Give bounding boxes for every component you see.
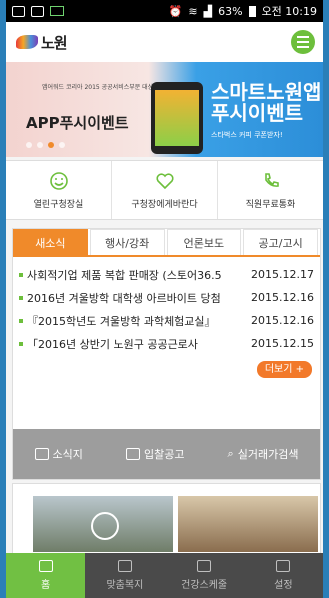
nowon-logo[interactable]: 노원 (16, 32, 68, 53)
link-bids[interactable]: 입찰공고 (125, 446, 185, 462)
news-title: 『2015학년도 겨울방학 과학체험교실』 (27, 314, 216, 328)
tab-events[interactable]: 행사/강좌 (89, 229, 165, 255)
tab-notices[interactable]: 공고/고시 (243, 229, 318, 255)
news-item[interactable]: 2016년 겨울방학 대학생 아르바이트 당첨 2015.12.16 (13, 286, 320, 309)
tab-news[interactable]: 새소식 (13, 229, 88, 255)
news-date: 2015.12.15 (251, 337, 314, 350)
bid-icon (125, 448, 140, 460)
bullet-icon (19, 318, 23, 323)
news-title: 2016년 겨울방학 대학생 아르바이트 당첨 (27, 291, 221, 305)
quick-open-office[interactable]: 열린구청장실 (6, 161, 112, 219)
logo-text: 노원 (41, 33, 68, 52)
media-section (12, 483, 321, 555)
battery-percent: 63% (218, 4, 243, 18)
battery-icon (248, 5, 256, 17)
video-thumbnail[interactable] (33, 496, 173, 552)
bullet-icon (19, 341, 23, 346)
wifi-icon: ≋ (188, 4, 198, 18)
tab-health-schedule[interactable]: 건강스케줄 (165, 553, 244, 598)
logo-mark-icon (16, 35, 38, 49)
bottom-tabbar: 홈 맞춤복지 건강스케줄 설정 (6, 553, 323, 598)
mail-icon (50, 6, 64, 16)
banner-award-text: 앱어워드 코리아 2015 공공서비스부문 대상 수상! (42, 84, 169, 91)
news-date: 2015.12.17 (251, 268, 314, 281)
news-tabs: 새소식 행사/강좌 언론보도 공고/고시 (13, 229, 320, 257)
link-label: 실거래가검색 (237, 448, 299, 461)
links-bar: 소식지 입찰공고 ⌕ 실거래가검색 (13, 429, 320, 479)
home-icon (38, 560, 53, 572)
link-label: 소식지 (52, 448, 83, 461)
news-list: 사회적기업 제품 복합 판매장 (스토어36.5 2015.12.17 2016… (13, 263, 320, 355)
photo-thumbnail[interactable] (178, 496, 318, 552)
smile-icon (49, 171, 68, 190)
news-date: 2015.12.16 (251, 314, 314, 327)
pagination-dot-active[interactable] (48, 142, 54, 148)
tab-welfare[interactable]: 맞춤복지 (85, 553, 164, 598)
news-item[interactable]: 사회적기업 제품 복합 판매장 (스토어36.5 2015.12.17 (13, 263, 320, 286)
notification-icon (31, 5, 44, 17)
news-item[interactable]: 「2016년 상반기 노원구 공공근로사 2015.12.15 (13, 332, 320, 355)
pagination-dot[interactable] (59, 142, 65, 148)
more-button[interactable]: 더보기 + (256, 361, 312, 378)
play-icon[interactable] (91, 512, 119, 540)
right-border (323, 0, 329, 598)
pagination-dot[interactable] (26, 142, 32, 148)
hamburger-icon (297, 36, 309, 38)
phone-image (151, 82, 203, 154)
tab-label: 설정 (274, 580, 293, 591)
banner-title: 스마트노원앱 푸시이벤트 (211, 80, 322, 125)
menu-button[interactable] (291, 30, 315, 54)
app-frame: ⏰ ≋ ▟ 63% 오전 10:19 노원 앱어워드 코리아 2015 공공서비… (6, 0, 323, 598)
search-icon: ⌕ (227, 447, 234, 460)
news-panel: 새소식 행사/강좌 언론보도 공고/고시 사회적기업 제품 복합 판매장 (스토… (12, 228, 321, 480)
status-bar: ⏰ ≋ ▟ 63% 오전 10:19 (6, 0, 323, 22)
quick-label: 구청장에게바란다 (131, 199, 198, 210)
pagination-dot[interactable] (37, 142, 43, 148)
tab-label: 맞춤복지 (106, 580, 144, 591)
app-header: 노원 (6, 22, 323, 62)
heart-icon (155, 172, 174, 189)
bullet-icon (19, 295, 23, 300)
quick-links: 열린구청장실 구청장에게바란다 직원무료통화 (6, 160, 323, 220)
banner-app-event: APP푸시이벤트 (26, 114, 129, 132)
link-label: 입찰공고 (143, 448, 185, 461)
tab-label: 홈 (41, 580, 51, 591)
alarm-icon: ⏰ (168, 4, 183, 18)
quick-label: 열린구청장실 (33, 199, 84, 210)
quick-label: 직원무료통화 (245, 199, 296, 210)
welfare-icon (117, 560, 132, 572)
newsletter-icon (34, 448, 49, 460)
banner-subtitle: 스타벅스 커피 쿠폰받자! (211, 131, 283, 139)
news-title: 사회적기업 제품 복합 판매장 (스토어36.5 (27, 268, 222, 282)
clock: 오전 10:19 (261, 5, 317, 18)
promo-banner[interactable]: 앱어워드 코리아 2015 공공서비스부문 대상 수상! APP푸시이벤트 스마… (6, 62, 323, 157)
bullet-icon (19, 272, 23, 277)
link-price-search[interactable]: ⌕ 실거래가검색 (228, 446, 299, 462)
tab-label: 건강스케줄 (181, 580, 228, 591)
tab-press[interactable]: 언론보도 (166, 229, 242, 255)
settings-icon (276, 560, 291, 572)
news-date: 2015.12.16 (251, 291, 314, 304)
tab-settings[interactable]: 설정 (244, 553, 323, 598)
calendar-icon (197, 560, 212, 572)
news-item[interactable]: 『2015학년도 겨울방학 과학체험교실』 2015.12.16 (13, 309, 320, 332)
screenshot-icon (12, 5, 25, 17)
quick-free-call[interactable]: 직원무료통화 (218, 161, 323, 219)
news-title: 「2016년 상반기 노원구 공공근로사 (27, 337, 198, 351)
banner-pagination[interactable] (26, 142, 65, 148)
quick-ask-mayor[interactable]: 구청장에게바란다 (112, 161, 218, 219)
tab-home[interactable]: 홈 (6, 553, 86, 598)
phone-icon (264, 172, 279, 187)
signal-icon: ▟ (203, 4, 213, 18)
link-newsletter[interactable]: 소식지 (34, 446, 83, 462)
